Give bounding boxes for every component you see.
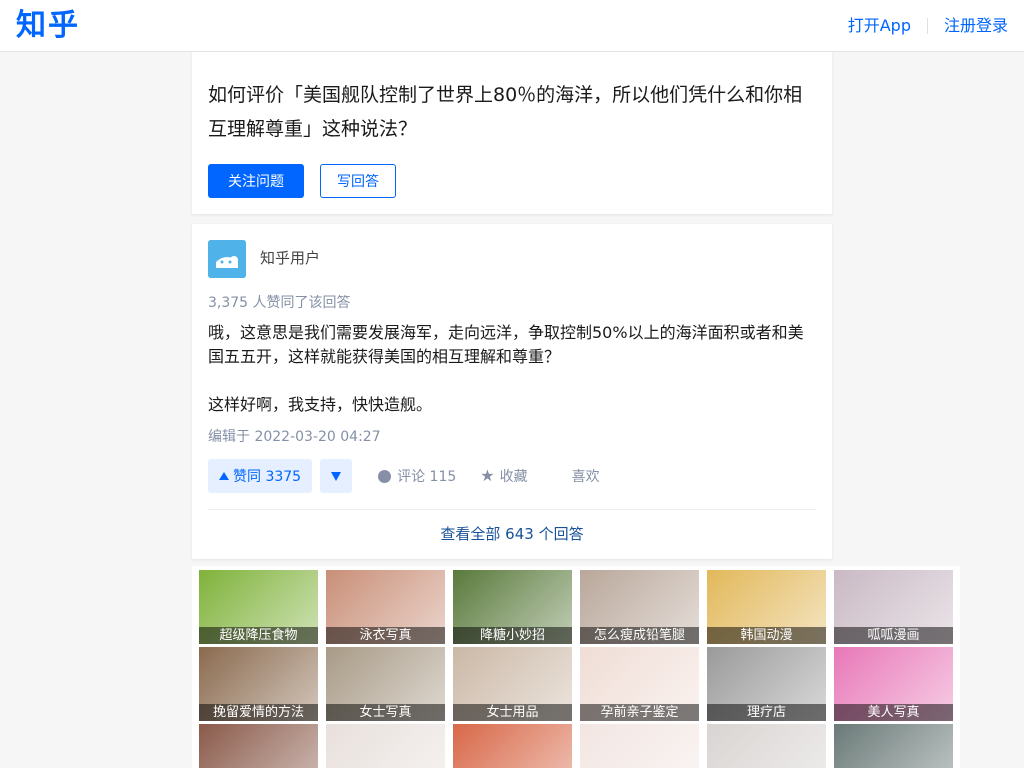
ad-caption: 怎么瘦成铅笔腿	[580, 627, 699, 644]
upvote-button[interactable]: 赞同 3375	[208, 459, 313, 493]
downvote-button[interactable]	[320, 459, 353, 493]
ad-tile[interactable]	[834, 724, 953, 768]
answer-actions: 赞同 3375 评论 115 ★ 收藏 喜欢	[208, 459, 600, 493]
default-avatar-icon	[208, 240, 246, 278]
zhihu-logo[interactable]: 知乎	[16, 6, 80, 46]
ad-tile[interactable]: 超级降压食物	[199, 570, 318, 644]
write-answer-button[interactable]: 写回答	[320, 164, 396, 198]
comment-label: 评论 115	[397, 469, 457, 485]
ad-tile[interactable]: 挽留爱情的方法	[199, 647, 318, 721]
ad-tile[interactable]: 怎么瘦成铅笔腿	[580, 570, 699, 644]
ad-image-grid: 超级降压食物 泳衣写真 降糖小妙招 怎么瘦成铅笔腿 韩国动漫 呱呱漫画挽留爱情的方法 女士写…	[192, 566, 960, 768]
comment-icon	[378, 469, 392, 483]
collect-button[interactable]: ★ 收藏	[480, 466, 527, 486]
like-label: 喜欢	[571, 469, 600, 485]
answer-paragraph: 这样好啊，我支持，快快造舰。	[208, 395, 433, 414]
collect-label: 收藏	[499, 469, 528, 485]
answer-card: 知乎用户 3,375 人赞同了该回答 哦，这意思是我们需要发展海军，走向远洋，争…	[192, 224, 832, 559]
edited-timestamp: 编辑于 2022-03-20 04:27	[208, 429, 381, 445]
answer-paragraph: 哦，这意思是我们需要发展海军，走向远洋，争取控制50%以上的海洋面积或者和美国五…	[208, 323, 804, 366]
answer-content: 哦，这意思是我们需要发展海军，走向远洋，争取控制50%以上的海洋面积或者和美国五…	[208, 321, 816, 417]
triangle-up-icon	[219, 472, 229, 480]
ad-caption: 孕前亲子鉴定	[580, 704, 699, 721]
open-app-link[interactable]: 打开App	[848, 14, 911, 38]
ad-caption: 美人写真	[834, 704, 953, 721]
register-login-link[interactable]: 注册登录	[944, 14, 1008, 38]
header-actions: 打开App 注册登录	[848, 14, 1008, 38]
top-navbar: 知乎 打开App 注册登录	[0, 0, 1024, 52]
ad-caption: 挽留爱情的方法	[199, 704, 318, 721]
view-all-answers-link[interactable]: 查看全部 643 个回答	[192, 523, 832, 545]
question-title[interactable]: 如何评价「美国舰队控制了世界上80％的海洋，所以他们凭什么和你相互理解尊重」这种…	[208, 78, 820, 146]
divider	[208, 509, 816, 510]
ad-caption: 呱呱漫画	[834, 627, 953, 644]
ad-tile[interactable]	[326, 724, 445, 768]
ad-caption: 女士写真	[326, 704, 445, 721]
upvote-label: 赞同 3375	[233, 469, 302, 485]
ad-tile[interactable]	[453, 724, 572, 768]
question-card: 如何评价「美国舰队控制了世界上80％的海洋，所以他们凭什么和你相互理解尊重」这种…	[192, 52, 832, 214]
ad-tile[interactable]: 降糖小妙招	[453, 570, 572, 644]
ad-tile[interactable]: 呱呱漫画	[834, 570, 953, 644]
comment-button[interactable]: 评论 115	[378, 466, 456, 486]
ad-tile[interactable]: 女士写真	[326, 647, 445, 721]
ad-tile[interactable]: 泳衣写真	[326, 570, 445, 644]
ad-tile[interactable]: 孕前亲子鉴定	[580, 647, 699, 721]
ad-caption: 女士用品	[453, 704, 572, 721]
nav-divider	[926, 18, 928, 34]
ad-tile[interactable]	[707, 724, 826, 768]
ad-tile[interactable]: 美人写真	[834, 647, 953, 721]
author-name[interactable]: 知乎用户	[260, 248, 320, 268]
like-button[interactable]: 喜欢	[572, 466, 600, 486]
ad-tile[interactable]: 韩国动漫	[707, 570, 826, 644]
ad-tile[interactable]: 理疗店	[707, 647, 826, 721]
follow-question-button[interactable]: 关注问题	[208, 164, 304, 198]
ad-caption: 泳衣写真	[326, 627, 445, 644]
ad-caption: 理疗店	[707, 704, 826, 721]
ad-tile[interactable]	[580, 724, 699, 768]
triangle-down-icon	[331, 471, 342, 481]
ad-caption: 超级降压食物	[199, 627, 318, 644]
avatar[interactable]	[208, 240, 246, 278]
ad-tile[interactable]	[199, 724, 318, 768]
star-icon: ★	[480, 466, 495, 485]
ad-caption: 降糖小妙招	[453, 627, 572, 644]
votes-summary: 3,375 人赞同了该回答	[208, 295, 351, 311]
ad-tile[interactable]: 女士用品	[453, 647, 572, 721]
ad-caption: 韩国动漫	[707, 627, 826, 644]
